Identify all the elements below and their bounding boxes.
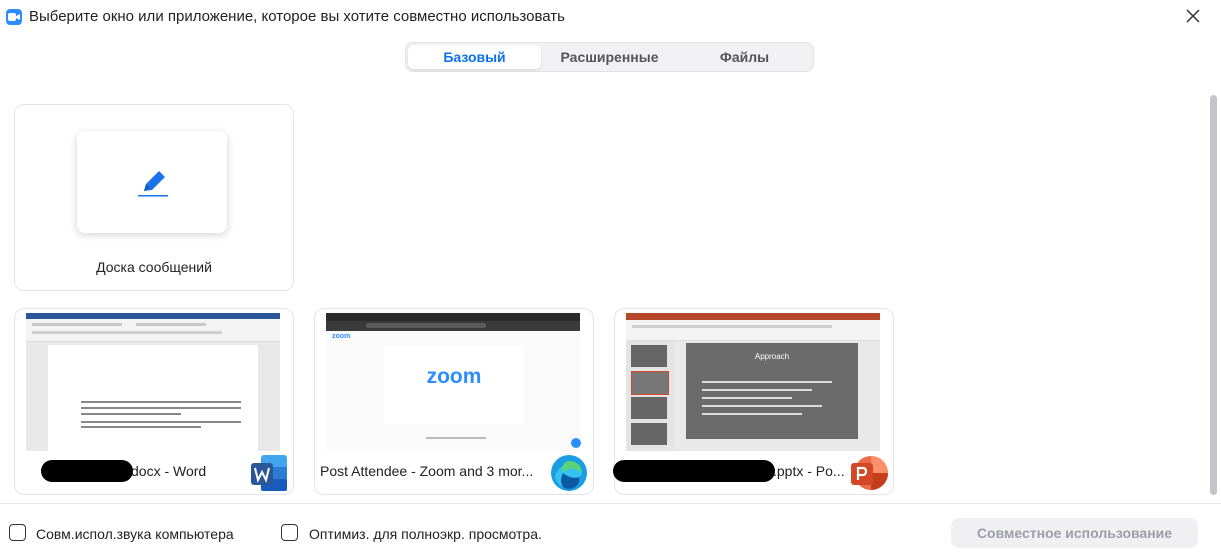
window-title: Выберите окно или приложение, которое вы…: [29, 8, 565, 25]
pen-icon: [138, 171, 168, 197]
whiteboard-card[interactable]: Доска сообщений: [14, 104, 294, 291]
whiteboard-preview: [77, 131, 227, 233]
word-preview: [26, 313, 280, 451]
tab-basic[interactable]: Базовый: [408, 45, 541, 69]
word-icon: [249, 453, 289, 493]
redacted-filename: [41, 460, 133, 482]
zoom-logo: zoom: [426, 365, 482, 388]
powerpoint-preview: Approach: [626, 313, 880, 451]
window-card-powerpoint[interactable]: Approach .pptx - Po...: [613, 308, 894, 495]
whiteboard-label: Доска сообщений: [96, 259, 212, 275]
close-button[interactable]: [1181, 4, 1205, 28]
footer-divider: [0, 503, 1221, 504]
share-sound-label: Совм.испол.звука компьютера: [36, 526, 234, 542]
slide-title: Approach: [754, 352, 790, 361]
optimize-video-label: Оптимиз. для полноэкр. просмотра.: [309, 526, 542, 542]
redacted-filename: [613, 460, 775, 482]
tab-advanced[interactable]: Расширенные: [543, 45, 676, 69]
powerpoint-icon: [849, 453, 889, 493]
scrollbar[interactable]: [1210, 95, 1217, 495]
zoom-video-icon: [6, 9, 22, 25]
zoom-badge-icon: [571, 438, 581, 448]
edge-icon: [549, 453, 589, 493]
share-button[interactable]: Совместное использование: [951, 518, 1198, 548]
share-tabs: Базовый Расширенные Файлы: [405, 42, 814, 72]
browser-preview: zoom zoom: [326, 313, 580, 451]
tab-files[interactable]: Файлы: [678, 45, 811, 69]
window-label-powerpoint: .pptx - Po...: [773, 463, 845, 479]
window-card-edge[interactable]: zoom zoom Post Attendee - Zoom and 3 mor…: [314, 308, 594, 495]
optimize-video-checkbox[interactable]: [281, 524, 298, 541]
window-label-word: docx - Word: [131, 463, 207, 479]
share-sound-checkbox[interactable]: [9, 524, 26, 541]
close-icon: [1186, 9, 1200, 23]
window-label-edge: Post Attendee - Zoom and 3 mor...: [320, 463, 534, 479]
title-bar: Выберите окно или приложение, которое вы…: [0, 0, 1221, 34]
window-card-word[interactable]: docx - Word: [14, 308, 294, 495]
